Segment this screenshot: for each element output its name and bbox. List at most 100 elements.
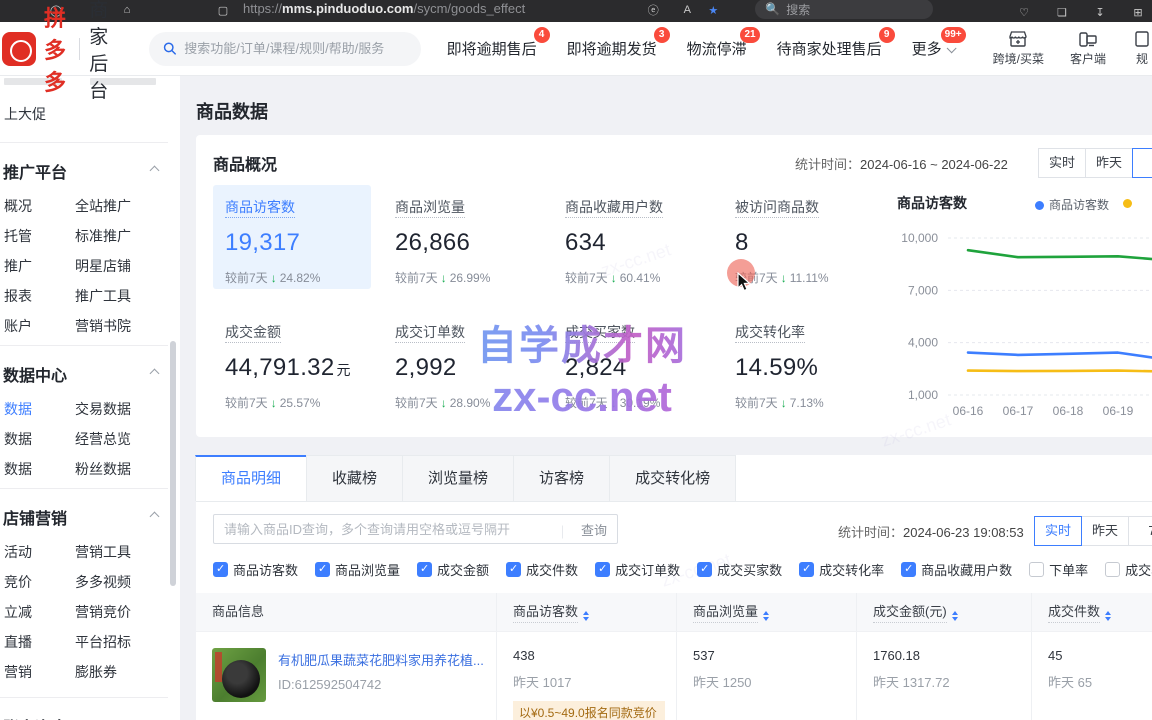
tab[interactable]: 浏览量榜	[402, 455, 514, 501]
sidebar-item[interactable]: 平台招标	[71, 632, 180, 652]
tab[interactable]: 访客榜	[513, 455, 610, 501]
sidebar-item[interactable]: 推广工具	[71, 286, 180, 306]
column-header[interactable]: 成交件数	[1031, 593, 1152, 631]
sidebar-item[interactable]: 报表	[0, 286, 71, 306]
checkbox-icon[interactable]	[799, 562, 814, 577]
sidebar-item[interactable]: 全站推广	[71, 196, 180, 216]
tab[interactable]: 商品明细	[195, 455, 307, 501]
metric-checkbox[interactable]: 商品收藏用户数	[901, 560, 1012, 579]
query-button[interactable]: 查询	[581, 520, 607, 539]
sidebar-scrollbar[interactable]	[170, 341, 176, 586]
bid-promo-tag[interactable]: 以¥0.5~49.0报名同款竞价	[513, 701, 665, 720]
range-button-realtime[interactable]: 实时	[1038, 148, 1086, 178]
stat-card[interactable]: 成交转化率 14.59% 较前7天↓7.13%	[723, 310, 881, 414]
sidebar-item[interactable]: 竞价	[0, 572, 71, 592]
header-nav-item[interactable]: 物流停滞21	[687, 38, 747, 59]
metric-checkbox[interactable]: 商品浏览量	[315, 560, 400, 579]
stat-card[interactable]: 商品访客数 19,317 较前7天↓24.82%	[213, 185, 371, 289]
header-nav-more[interactable]: 更多 99+	[912, 38, 953, 59]
checkbox-icon[interactable]	[697, 562, 712, 577]
checkbox-icon[interactable]	[506, 562, 521, 577]
sidebar-item[interactable]: 明星店铺	[71, 256, 180, 276]
sidebar-item[interactable]: 标准推广	[71, 226, 180, 246]
stat-card[interactable]: 商品浏览量 26,866 较前7天↓26.99%	[383, 185, 541, 289]
checkbox-icon[interactable]	[1105, 562, 1120, 577]
sidebar-item[interactable]: 多多视频	[71, 572, 180, 592]
metric-checkbox[interactable]: 成交转化率	[799, 560, 884, 579]
column-header[interactable]: 商品浏览量	[676, 593, 856, 631]
quick-link-client[interactable]: 客户端	[1070, 30, 1106, 67]
checkbox-icon[interactable]	[901, 562, 916, 577]
product-title-link[interactable]: 有机肥瓜果蔬菜花肥料家用养花植...	[278, 650, 484, 669]
range-button-7days[interactable]: 7	[1132, 148, 1152, 178]
stat-card[interactable]: 成交订单数 2,992 较前7天↓28.90%	[383, 310, 541, 414]
metric-checkbox[interactable]: 成交金额	[417, 560, 489, 579]
range-button-realtime[interactable]: 实时	[1034, 516, 1082, 546]
downloads-icon[interactable]: ↧	[1092, 4, 1108, 20]
browser-profile-icon[interactable]: ⓔ	[645, 2, 661, 18]
sidebar-section-data-center[interactable]: 数据中心	[0, 350, 180, 394]
quick-link-rules-truncated[interactable]: 规	[1132, 30, 1152, 67]
metric-checkbox[interactable]: 成交率	[1105, 560, 1152, 579]
product-image[interactable]	[212, 648, 266, 702]
collections-icon[interactable]: ⊞	[1130, 4, 1146, 20]
stat-card[interactable]: 成交买家数 2,824 较前7天↓30.19%	[553, 310, 711, 414]
page-info-icon[interactable]: ▢	[215, 2, 231, 18]
column-header[interactable]: 商品访客数	[496, 593, 676, 631]
metric-checkbox[interactable]: 成交订单数	[595, 560, 680, 579]
sidebar-item[interactable]: 立减	[0, 602, 71, 622]
sidebar-item[interactable]: 营销	[0, 662, 71, 682]
metric-checkbox[interactable]: 成交买家数	[697, 560, 782, 579]
sidebar-item[interactable]: 托管	[0, 226, 71, 246]
stat-card[interactable]: 商品收藏用户数 634 较前7天↓60.41%	[553, 185, 711, 289]
metric-checkbox[interactable]: 商品访客数	[213, 560, 298, 579]
sidebar-item[interactable]: 活动	[0, 542, 71, 562]
range-button-yesterday[interactable]: 昨天	[1085, 148, 1133, 178]
sidebar-item[interactable]: 营销竞价	[71, 602, 180, 622]
sidebar-item[interactable]: 数据	[0, 429, 71, 449]
sidebar-item[interactable]: 营销工具	[71, 542, 180, 562]
sidebar-item[interactable]: 交易数据	[71, 399, 180, 419]
home-icon[interactable]: ⌂	[119, 2, 135, 18]
checkbox-icon[interactable]	[213, 562, 228, 577]
sidebar-item[interactable]: 营销书院	[71, 316, 180, 336]
checkbox-icon[interactable]	[1029, 562, 1044, 577]
sidebar-item[interactable]: 推广	[0, 256, 71, 276]
sidebar-item[interactable]: 粉丝数据	[71, 459, 180, 479]
header-nav-item[interactable]: 即将逾期发货3	[567, 38, 657, 59]
metric-checkbox[interactable]: 下单率	[1029, 560, 1088, 579]
sidebar-item[interactable]: 膨胀券	[71, 662, 180, 682]
checkbox-icon[interactable]	[595, 562, 610, 577]
range-button-yesterday[interactable]: 昨天	[1081, 516, 1129, 546]
sidebar-section-shop-marketing[interactable]: 店铺营销	[0, 493, 180, 537]
header-nav-item[interactable]: 待商家处理售后9	[777, 38, 882, 59]
tab[interactable]: 收藏榜	[306, 455, 403, 501]
header-search-input[interactable]	[184, 41, 406, 56]
sidebar-item[interactable]: 概况	[0, 196, 71, 216]
header-nav-item[interactable]: 即将逾期售后4	[447, 38, 537, 59]
sidebar-item[interactable]: 账户	[0, 316, 71, 336]
sidebar-item[interactable]: 直播	[0, 632, 71, 652]
sidebar-item[interactable]: 经营总览	[71, 429, 180, 449]
metric-checkbox[interactable]: 成交件数	[506, 560, 578, 579]
column-header[interactable]: 成交金额(元)	[856, 593, 1031, 631]
split-screen-icon[interactable]: ❏	[1054, 4, 1070, 20]
quick-link-crossborder[interactable]: 跨境/买菜	[993, 30, 1044, 67]
tab[interactable]: 成交转化榜	[609, 455, 736, 501]
browser-search[interactable]: 🔍 搜索	[755, 0, 933, 19]
pinduoduo-logo-icon[interactable]	[2, 32, 36, 66]
logo-text[interactable]: 拼多多	[44, 1, 69, 97]
header-search[interactable]	[149, 32, 421, 66]
favorites-icon[interactable]: ♡	[1016, 4, 1032, 20]
sidebar-section-promotion[interactable]: 推广平台	[0, 147, 180, 191]
product-id-input[interactable]	[214, 515, 544, 543]
sidebar-item[interactable]: 数据	[0, 459, 71, 479]
stat-card[interactable]: 被访问商品数 8 较前7天↓11.11%	[723, 185, 881, 289]
text-size-icon[interactable]: A	[679, 2, 695, 18]
bookmark-star-icon[interactable]: ★	[705, 2, 721, 18]
range-button-7days[interactable]: 7	[1128, 516, 1152, 546]
address-bar[interactable]: https://mms.pinduoduo.com/sycm/goods_eff…	[243, 1, 525, 16]
sidebar-item[interactable]: 数据	[0, 399, 71, 419]
checkbox-icon[interactable]	[315, 562, 330, 577]
stat-card[interactable]: 成交金额 44,791.32元 较前7天↓25.57%	[213, 310, 371, 414]
